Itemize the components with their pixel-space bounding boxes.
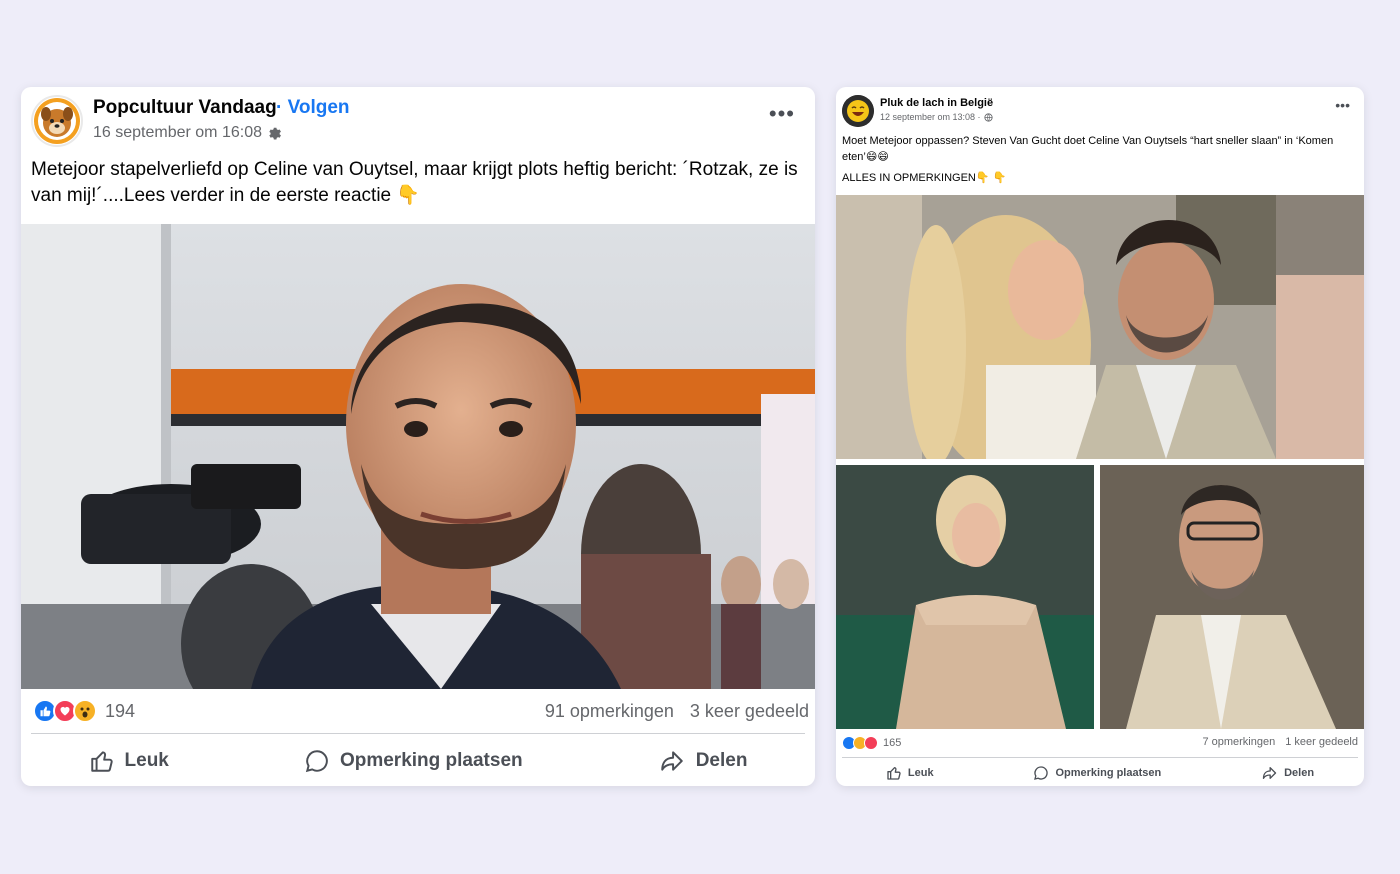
like-label: Leuk <box>907 767 934 779</box>
post-actions: Leuk Opmerking plaatsen Delen <box>21 743 815 779</box>
share-count[interactable]: 1 keer gedeeld <box>1285 736 1358 748</box>
share-label: Delen <box>695 750 748 771</box>
post-photo-show[interactable] <box>836 465 1364 729</box>
post-stats: 165 7 opmerkingen 1 keer gedeeld <box>842 736 1358 750</box>
reactions-summary[interactable]: 194 <box>33 699 135 723</box>
page-avatar[interactable] <box>842 95 874 127</box>
share-button[interactable]: Delen <box>658 743 748 779</box>
wow-icon <box>73 699 97 723</box>
share-count[interactable]: 3 keer gedeeld <box>690 701 809 722</box>
post-photo-selfie[interactable] <box>836 195 1364 459</box>
action-divider <box>31 733 805 734</box>
post-timestamp[interactable]: 16 september om 16:08 <box>93 124 262 142</box>
like-button[interactable]: Leuk <box>886 763 934 783</box>
photo-couple-selfie <box>836 195 1364 459</box>
post-caption-cta: ALLES IN OPMERKINGEN👇 👇 <box>842 172 1007 184</box>
comment-count[interactable]: 7 opmerkingen <box>1202 736 1275 748</box>
engagement-counts: 7 opmerkingen 1 keer gedeeld <box>1202 736 1358 748</box>
reaction-count: 165 <box>883 737 902 749</box>
love-icon <box>864 736 878 750</box>
facebook-post-card: Pluk de lach in België 12 september om 1… <box>836 87 1364 786</box>
reaction-count: 194 <box>105 700 136 721</box>
post-meta: 16 september om 16:08 <box>93 124 283 142</box>
comment-button[interactable]: Opmerking plaatsen <box>1033 763 1161 783</box>
share-button[interactable]: Delen <box>1261 763 1314 783</box>
post-actions: Leuk Opmerking plaatsen Delen <box>836 763 1364 783</box>
globe-icon <box>983 112 993 122</box>
like-label: Leuk <box>124 750 169 771</box>
facebook-post-card: Popcultuur Vandaag · Volgen 16 september… <box>21 87 815 786</box>
thumbs-up-icon <box>887 767 901 780</box>
comment-button[interactable]: Opmerking plaatsen <box>304 743 523 779</box>
more-options-icon[interactable]: ••• <box>769 101 795 127</box>
share-arrow-icon <box>1262 767 1277 779</box>
reactions-summary[interactable]: 165 <box>842 736 901 750</box>
photo-komen-eten <box>836 465 1364 729</box>
post-caption: Moet Metejoor oppassen? Steven Van Gucht… <box>842 135 1334 163</box>
post-stats: 194 91 opmerkingen 3 keer gedeeld <box>33 699 809 725</box>
comment-label: Opmerking plaatsen <box>1055 767 1162 779</box>
comment-bubble-icon <box>1034 766 1049 780</box>
follow-label[interactable]: Volgen <box>288 97 350 118</box>
post-photo[interactable] <box>21 224 815 689</box>
like-button[interactable]: Leuk <box>89 743 169 779</box>
gear-icon <box>269 127 281 139</box>
thumbs-up-icon <box>90 751 113 772</box>
page-name[interactable]: Popcultuur Vandaag <box>93 97 277 119</box>
laughing-face-logo-icon <box>842 95 874 127</box>
comment-bubble-icon <box>305 750 328 773</box>
page-avatar[interactable] <box>31 95 83 147</box>
comment-label: Opmerking plaatsen <box>339 750 523 771</box>
action-divider <box>842 757 1358 758</box>
post-timestamp[interactable]: 12 september om 13:08 · <box>880 112 981 122</box>
engagement-counts: 91 opmerkingen 3 keer gedeeld <box>545 701 809 722</box>
share-arrow-icon <box>660 751 683 771</box>
more-options-icon[interactable]: ••• <box>1335 97 1350 113</box>
photo-man-interview <box>21 224 815 689</box>
follow-link[interactable]: · Volgen <box>276 97 350 119</box>
post-caption: Metejoor stapelverliefd op Celine van Ou… <box>31 159 798 206</box>
page-name[interactable]: Pluk de lach in België <box>880 97 993 109</box>
comment-count[interactable]: 91 opmerkingen <box>545 701 674 722</box>
follow-separator: · <box>276 97 283 118</box>
share-label: Delen <box>1284 767 1315 779</box>
post-meta: 12 september om 13:08 · <box>880 112 993 122</box>
dog-logo-icon <box>34 98 80 144</box>
